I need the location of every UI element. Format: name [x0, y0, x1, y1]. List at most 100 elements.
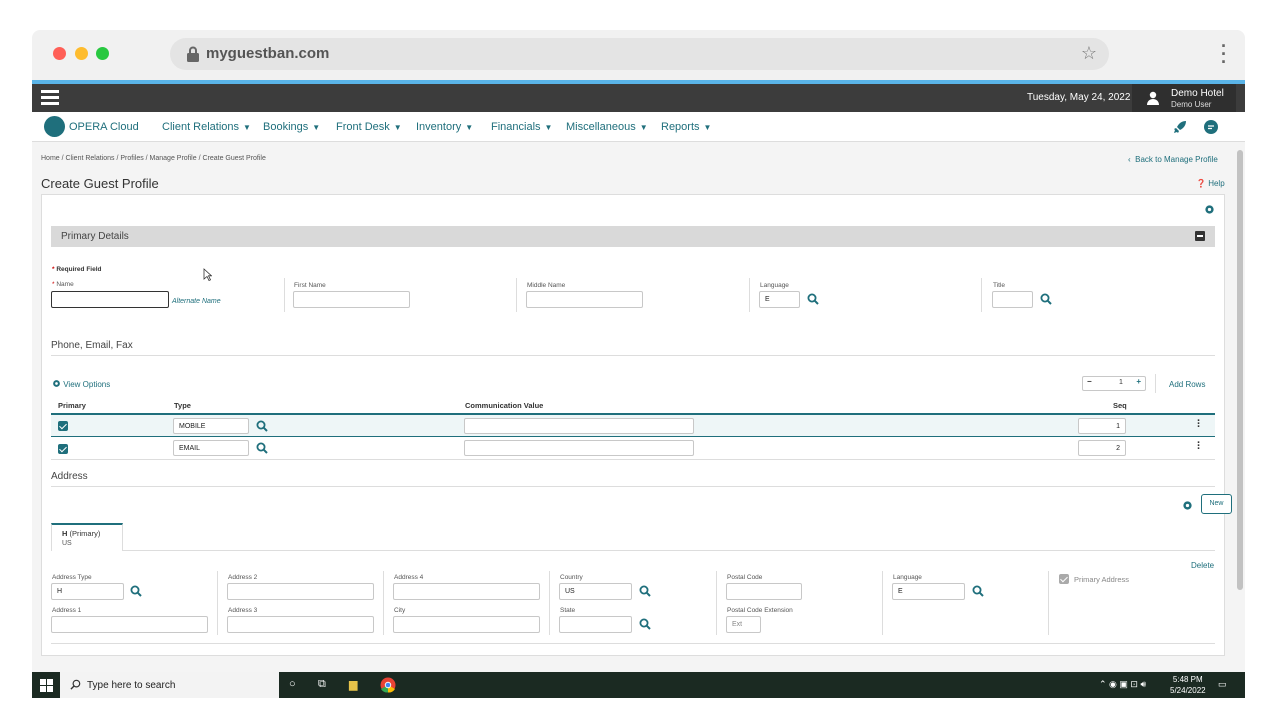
seq-input[interactable]: 2 [1078, 440, 1126, 456]
country-input[interactable]: US [559, 583, 632, 600]
address-type-input[interactable]: H [51, 583, 124, 600]
title-input[interactable] [992, 291, 1033, 308]
minimize-window-button[interactable] [75, 47, 88, 60]
nav-client-relations[interactable]: Client Relations ▼ [162, 121, 251, 133]
table-row[interactable]: MOBILE 1 · · · [51, 415, 1215, 437]
col-communication-value: Communication Value [465, 401, 544, 410]
address-language-input[interactable]: E [892, 583, 965, 600]
address-settings-gear-icon[interactable] [1182, 500, 1193, 511]
state-search-icon[interactable] [639, 618, 651, 630]
address-tab-primary[interactable]: H (Primary) US [51, 523, 123, 551]
communication-value-input[interactable] [464, 440, 694, 456]
opera-logo-icon[interactable] [44, 116, 65, 137]
new-address-button[interactable]: New [1201, 494, 1232, 514]
country-search-icon[interactable] [639, 585, 651, 597]
first-name-label: First Name [294, 282, 326, 289]
collapse-icon[interactable] [1195, 231, 1205, 241]
url-text: myguestban.com [206, 45, 330, 62]
table-row[interactable]: EMAIL 2 · · · [51, 438, 1215, 460]
primary-address-checkbox[interactable] [1059, 574, 1069, 584]
maximize-window-button[interactable] [96, 47, 109, 60]
rocket-icon[interactable] [1172, 119, 1188, 135]
communication-value-input[interactable] [464, 418, 694, 434]
back-to-manage-profile-link[interactable]: ‹ Back to Manage Profile [1128, 155, 1218, 164]
divider [716, 571, 717, 635]
title-label: Title [993, 282, 1006, 289]
view-options-link[interactable]: View Options [52, 379, 110, 389]
divider [1155, 374, 1156, 393]
address-bar[interactable]: myguestban.com ☆ [170, 38, 1109, 70]
type-input[interactable]: MOBILE [173, 418, 249, 434]
decrement-icon[interactable]: − [1087, 377, 1092, 386]
rows-stepper[interactable]: − 1 + [1082, 376, 1146, 391]
state-label: State [560, 607, 576, 614]
nav-inventory[interactable]: Inventory ▼ [416, 121, 473, 133]
task-view-icon[interactable]: ⧉ [318, 678, 326, 691]
primary-checkbox[interactable] [58, 444, 68, 454]
chat-icon[interactable] [1203, 119, 1219, 135]
address2-input[interactable] [227, 583, 374, 600]
taskbar-search[interactable]: Type here to search [60, 672, 279, 698]
type-input[interactable]: EMAIL [173, 440, 249, 456]
address1-input[interactable] [51, 616, 208, 633]
row-actions-icon[interactable]: · · · [1197, 438, 1201, 455]
hamburger-menu-icon[interactable] [41, 90, 59, 106]
user-menu[interactable]: Demo Hotel Demo User [1132, 84, 1236, 112]
cortana-icon[interactable]: ○ [289, 678, 296, 690]
windows-start-icon[interactable] [40, 679, 53, 692]
address-language-search-icon[interactable] [972, 585, 984, 597]
primary-details-title: Primary Details [61, 231, 129, 242]
add-rows-link[interactable]: Add Rows [1169, 380, 1205, 389]
notification-icon[interactable]: ▭ [1218, 679, 1227, 690]
logo-text[interactable]: OPERA Cloud [69, 121, 139, 133]
page-scrollbar[interactable] [1235, 142, 1245, 672]
delete-address-link[interactable]: Delete [1191, 561, 1214, 570]
tray-icons[interactable]: ⌃ ◉ ▣ ⊡ 🔊︎ [1099, 679, 1146, 690]
panel-settings-gear-icon[interactable] [1204, 204, 1215, 215]
bookmark-star-icon[interactable]: ☆ [1081, 43, 1097, 64]
file-explorer-icon[interactable]: ▆ [349, 678, 357, 691]
close-window-button[interactable] [53, 47, 66, 60]
app-topbar: Tuesday, May 24, 2022 Demo Hotel Demo Us… [32, 84, 1245, 112]
alternate-name-link[interactable]: Alternate Name [172, 298, 221, 305]
nav-bookings[interactable]: Bookings ▼ [263, 121, 320, 133]
browser-menu-icon[interactable]: · · · [1221, 37, 1227, 71]
state-input[interactable] [559, 616, 632, 633]
help-link[interactable]: ❓ Help [1196, 179, 1225, 188]
taskbar-search-icon [70, 679, 81, 690]
lock-icon [187, 46, 199, 62]
row-actions-icon[interactable]: · · · [1197, 416, 1201, 433]
address4-input[interactable] [393, 583, 540, 600]
first-name-input[interactable] [293, 291, 410, 308]
primary-checkbox[interactable] [58, 421, 68, 431]
breadcrumb[interactable]: Home / Client Relations / Profiles / Man… [41, 155, 266, 162]
divider [981, 278, 982, 312]
seq-input[interactable]: 1 [1078, 418, 1126, 434]
address3-input[interactable] [227, 616, 374, 633]
postal-code-input[interactable] [726, 583, 802, 600]
postal-code-label: Postal Code [727, 574, 763, 581]
title-search-icon[interactable] [1040, 293, 1052, 305]
chrome-icon[interactable] [380, 677, 396, 693]
middle-name-input[interactable] [526, 291, 643, 308]
scroll-thumb[interactable] [1237, 150, 1243, 590]
type-search-icon[interactable] [256, 420, 268, 432]
nav-front-desk[interactable]: Front Desk ▼ [336, 121, 402, 133]
increment-icon[interactable]: + [1136, 377, 1141, 386]
type-search-icon[interactable] [256, 442, 268, 454]
primary-details-header[interactable]: Primary Details [51, 226, 1215, 247]
taskbar-clock[interactable]: 5:48 PM 5/24/2022 [1170, 674, 1206, 696]
language-input[interactable]: E [759, 291, 800, 308]
nav-miscellaneous[interactable]: Miscellaneous ▼ [566, 121, 648, 133]
middle-name-label: Middle Name [527, 282, 566, 289]
divider [882, 571, 883, 635]
divider [749, 278, 750, 312]
name-input[interactable] [51, 291, 169, 308]
city-input[interactable] [393, 616, 540, 633]
address-type-search-icon[interactable] [130, 585, 142, 597]
nav-reports[interactable]: Reports ▼ [661, 121, 711, 133]
nav-financials[interactable]: Financials ▼ [491, 121, 552, 133]
language-search-icon[interactable] [807, 293, 819, 305]
divider [284, 278, 285, 312]
postal-ext-input[interactable]: Ext [726, 616, 761, 633]
